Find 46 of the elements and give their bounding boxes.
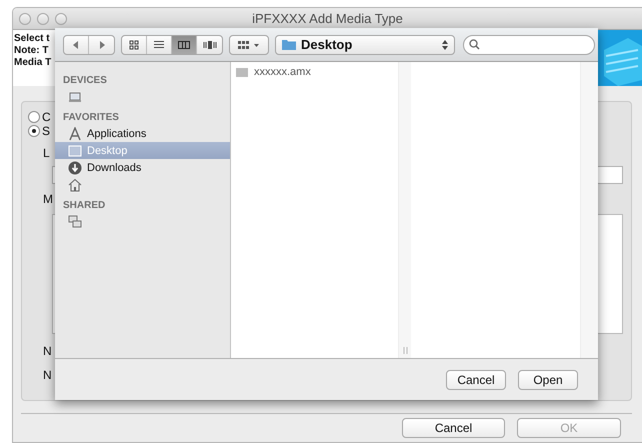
home-icon [68, 178, 82, 192]
sidebar-item[interactable]: Applications [55, 125, 230, 142]
network-computers-icon [68, 214, 82, 228]
cancel-button[interactable]: Cancel [446, 370, 506, 390]
cube-logo [598, 30, 642, 86]
sidebar-heading: DEVICES [62, 74, 108, 88]
count-text: N [43, 344, 52, 358]
right-arrow-icon [98, 40, 106, 48]
file-icon [236, 68, 248, 76]
cover-flow-icon [202, 40, 216, 50]
letter-a-icon [68, 126, 82, 140]
cancel-button[interactable]: Cancel [402, 418, 505, 438]
zoom-button[interactable] [55, 12, 67, 24]
sidebar-item[interactable]: Downloads [55, 159, 230, 176]
grid-dropdown-icon [237, 40, 261, 50]
radio-button[interactable] [28, 125, 40, 137]
download-icon [68, 160, 82, 174]
count-text: N [43, 368, 52, 382]
list-label: M [43, 192, 53, 206]
window-title: iPFXXXX Add Media Type [251, 11, 404, 26]
column-view-button[interactable] [172, 36, 197, 54]
description-text: Select t [14, 33, 51, 45]
radio-label: C [42, 110, 51, 124]
minimize-button[interactable] [37, 12, 49, 24]
left-arrow-icon [72, 40, 80, 48]
location-popup[interactable]: Desktop [275, 34, 455, 54]
sidebar-heading: SHARED [62, 199, 106, 213]
radio-label: S [42, 124, 50, 138]
radio-button[interactable] [28, 111, 40, 123]
columns-icon [177, 40, 191, 50]
icon-grid-icon [127, 40, 141, 50]
laptop-icon [68, 90, 82, 104]
desktop-icon [68, 144, 82, 158]
close-button[interactable] [19, 12, 31, 24]
search-icon [469, 39, 480, 50]
updown-arrows-icon [442, 40, 448, 50]
folder-icon [282, 39, 296, 50]
description-text: Media T [14, 57, 52, 69]
resize-handle-icon[interactable] [402, 347, 408, 354]
search-field[interactable] [463, 34, 595, 54]
field-label: L [43, 146, 50, 160]
list-icon [152, 40, 166, 50]
sidebar-heading: FAVORITES [62, 111, 120, 125]
open-button[interactable]: Open [518, 370, 578, 390]
description-text: Note: T [14, 45, 50, 57]
file-item[interactable]: xxxxxx.amx [236, 66, 393, 78]
